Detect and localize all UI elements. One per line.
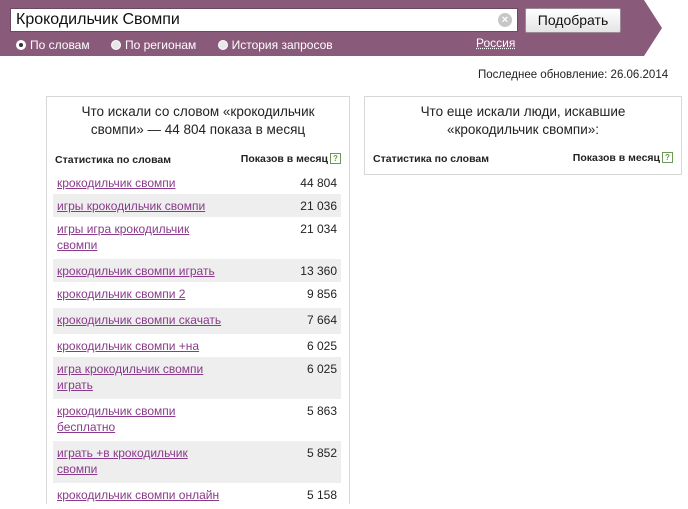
clear-icon[interactable]: × <box>498 13 512 27</box>
help-icon[interactable]: ? <box>330 153 341 164</box>
phrase-link[interactable]: крокодильчик свомпи онлайн <box>57 487 227 503</box>
banner-arrow <box>644 0 662 56</box>
table-row: крокодильчик свомпи 2 9 856 <box>53 282 341 308</box>
table-row: крокодильчик свомпи играть 13 360 <box>53 259 341 282</box>
radio-icon <box>110 40 121 50</box>
table-row: крокодильчик свомпи скачать 7 664 <box>53 308 341 334</box>
impressions-count: 21 034 <box>300 222 337 236</box>
mode-radio-history[interactable]: История запросов <box>217 38 333 52</box>
column-header-phrase: Статистика по словам <box>55 154 171 166</box>
mode-label: По словам <box>30 38 90 52</box>
phrase-link[interactable]: игра крокодильчик свомпи играть <box>57 361 227 393</box>
impressions-count: 13 360 <box>300 264 337 278</box>
column-header-count-label: Показов в месяц <box>572 152 660 164</box>
impressions-count: 21 036 <box>300 199 337 213</box>
table-row: крокодильчик свомпи 44 804 <box>53 171 341 194</box>
radio-selected-icon <box>16 40 26 50</box>
panel-title: Что искали со словом «крокодильчик свомп… <box>81 104 315 137</box>
table-row: игры крокодильчик свомпи 21 036 <box>53 194 341 217</box>
impressions-count: 5 852 <box>306 446 337 460</box>
impressions-count: 7 664 <box>306 313 337 327</box>
table-row: крокодильчик свомпи +на 6 025 <box>53 334 341 357</box>
impressions-count: 9 856 <box>306 287 337 301</box>
mode-label: По регионам <box>124 38 197 52</box>
impressions-count: 6 025 <box>306 339 337 353</box>
phrase-link[interactable]: крокодильчик свомпи играть <box>57 263 227 279</box>
column-header-count-label: Показов в месяц <box>240 153 328 165</box>
impressions-count: 6 025 <box>306 362 337 376</box>
impressions-count: 44 804 <box>300 176 337 190</box>
column-header-phrase: Статистика по словам <box>373 153 489 165</box>
phrase-link[interactable]: крокодильчик свомпи +на <box>57 338 227 354</box>
table-row: крокодильчик свомпи бесплатно 5 863 <box>53 399 341 441</box>
phrase-link[interactable]: игры игра крокодильчик свомпи <box>57 221 227 253</box>
impressions-count: 5 158 <box>306 488 337 502</box>
table-row: игра крокодильчик свомпи играть 6 025 <box>53 357 341 399</box>
help-icon[interactable]: ? <box>662 152 673 163</box>
impressions-count: 5 863 <box>306 404 337 418</box>
phrase-link[interactable]: игры крокодильчик свомпи <box>57 198 227 214</box>
table-row: крокодильчик свомпи онлайн 5 158 <box>53 483 341 509</box>
radio-icon <box>217 40 228 50</box>
mode-label: История запросов <box>231 38 333 52</box>
also-searched-panel: Что еще искали люди, искавшие «крокодиль… <box>364 96 682 175</box>
region-link[interactable]: Россия <box>476 36 515 50</box>
phrase-link[interactable]: играть +в крокодильчик свомпи <box>57 445 227 477</box>
phrase-link[interactable]: крокодильчик свомпи скачать <box>57 312 227 328</box>
panel-title: Что еще искали люди, искавшие «крокодиль… <box>420 104 626 137</box>
related-words-panel: Что искали со словом «крокодильчик свомп… <box>46 96 350 504</box>
column-header-count: Показов в месяц? <box>241 153 341 165</box>
mode-radio-regions[interactable]: По регионам <box>110 38 197 52</box>
search-mode-group: По словам По регионам История запросов <box>16 38 351 52</box>
search-input[interactable]: Крокодильчик Свомпи <box>10 8 518 32</box>
mode-radio-words[interactable]: По словам <box>16 38 90 52</box>
phrase-link[interactable]: крокодильчик свомпи бесплатно <box>57 403 227 435</box>
submit-button[interactable]: Подобрать <box>525 8 621 33</box>
phrase-link[interactable]: крокодильчик свомпи 2 <box>57 286 227 302</box>
column-header-count: Показов в месяц? <box>573 152 673 164</box>
table-row: играть +в крокодильчик свомпи 5 852 <box>53 441 341 483</box>
last-updated: Последнее обновление: 26.06.2014 <box>478 69 669 81</box>
table-row: игры игра крокодильчик свомпи 21 034 <box>53 217 341 259</box>
phrase-link[interactable]: крокодильчик свомпи <box>57 175 227 191</box>
